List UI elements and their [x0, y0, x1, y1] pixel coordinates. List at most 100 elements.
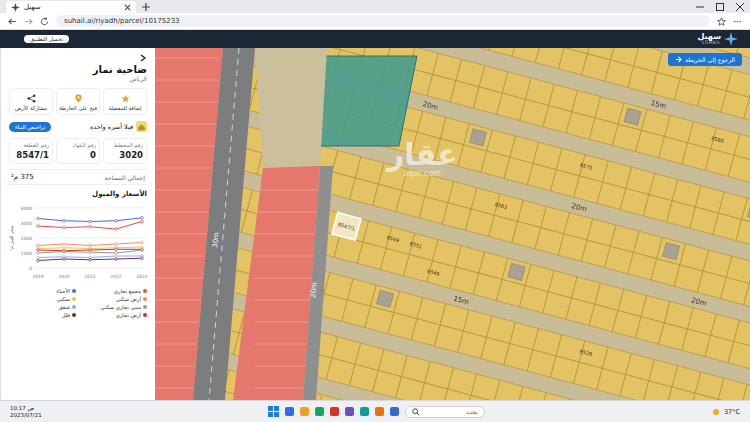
reload-icon[interactable] [40, 17, 49, 26]
series-point[interactable] [89, 244, 92, 247]
series-point[interactable] [63, 219, 66, 222]
app-icon[interactable] [375, 407, 384, 416]
series-point[interactable] [141, 241, 144, 244]
parcel[interactable] [728, 342, 750, 369]
parcel[interactable] [494, 380, 523, 400]
parcel[interactable] [419, 383, 448, 400]
parcel[interactable] [465, 395, 494, 400]
parcel[interactable] [517, 386, 546, 400]
parcel[interactable] [744, 97, 750, 124]
series-point[interactable] [115, 258, 118, 261]
parcel[interactable] [541, 393, 570, 400]
back-chevron-icon[interactable] [139, 54, 147, 62]
close-window-icon[interactable] [736, 3, 744, 11]
series-point[interactable] [89, 220, 92, 223]
app-icon[interactable] [360, 407, 369, 416]
series-point[interactable] [141, 257, 144, 260]
new-tab-icon[interactable] [142, 3, 150, 11]
minimize-icon[interactable] [696, 3, 704, 11]
legend-item[interactable]: أرض تجاري [80, 312, 147, 318]
parcel[interactable] [442, 389, 471, 400]
red-parcel-line [255, 300, 318, 301]
legend-label: مجمع تجاري [114, 288, 141, 294]
parcel[interactable] [316, 395, 345, 400]
series-point[interactable] [37, 249, 40, 252]
legend-item[interactable]: أرض سكني [80, 296, 147, 302]
parcel[interactable] [744, 284, 750, 311]
series-point[interactable] [115, 228, 118, 231]
app-icon[interactable] [285, 407, 294, 416]
parcel[interactable] [718, 378, 747, 400]
series-point[interactable] [63, 258, 66, 261]
start-icon[interactable] [268, 406, 279, 417]
series-point[interactable] [141, 248, 144, 251]
series-point[interactable] [63, 226, 66, 229]
legend-item[interactable]: سكني [9, 296, 76, 302]
series-point[interactable] [141, 249, 144, 252]
action-button[interactable]: مشاركة الأرض [9, 88, 53, 115]
series-point[interactable] [63, 243, 66, 246]
series-point[interactable] [63, 250, 66, 253]
app-icon[interactable] [345, 407, 354, 416]
building-permits-button[interactable]: تراخيص البناء [9, 122, 51, 132]
series-point[interactable] [115, 243, 118, 246]
app-icon[interactable] [300, 407, 309, 416]
series-point[interactable] [141, 220, 144, 223]
series-point[interactable] [141, 216, 144, 219]
series-point[interactable] [63, 249, 66, 252]
parcel[interactable] [643, 381, 672, 400]
series-point[interactable] [37, 259, 40, 262]
url-field[interactable]: suhail.ai/riyadh/parcel/10175233 [56, 15, 710, 27]
legend-item[interactable]: فلل [9, 312, 76, 318]
series-point[interactable] [115, 248, 118, 251]
series-point[interactable] [37, 256, 40, 259]
parcel[interactable] [742, 384, 750, 400]
app-icon[interactable] [330, 407, 339, 416]
parcel-map[interactable]: 8547/1854985518546856285758528859020m15m… [155, 48, 750, 400]
building [624, 108, 641, 125]
weather[interactable]: 37°C [711, 407, 740, 417]
download-app-button[interactable]: تحميل التطبيق [24, 35, 69, 43]
parcel[interactable] [728, 155, 750, 182]
series-point[interactable] [63, 246, 66, 249]
action-button[interactable]: إضافة للمفضلة [103, 88, 147, 115]
back-to-map-button[interactable]: الرجوع إلى الخريطة [668, 53, 742, 66]
back-icon[interactable] [8, 17, 17, 26]
series-point[interactable] [37, 217, 40, 220]
series-point[interactable] [115, 255, 118, 258]
clock[interactable]: 10:17 ص 2023/07/21 [10, 405, 42, 418]
legend-item[interactable]: مبنى تجاري سكني [80, 304, 147, 310]
parcel[interactable] [736, 219, 750, 246]
logo[interactable]: سهيل SUHAIL [697, 32, 738, 46]
parcel[interactable] [666, 387, 695, 400]
menu-dots-icon[interactable] [733, 17, 742, 26]
legend-item[interactable]: الأحياء [9, 288, 76, 294]
series-point[interactable] [37, 225, 40, 228]
legend-item[interactable]: شقق [9, 304, 76, 310]
forward-icon[interactable] [24, 17, 33, 26]
app-icon[interactable] [315, 407, 324, 416]
chart-legend: مجمع تجاري الأحياء أرض سكني سكني مبنى تج… [9, 288, 147, 318]
series-point[interactable] [115, 219, 118, 222]
browser-tab[interactable]: سهيل [6, 1, 136, 13]
series-point[interactable] [89, 258, 92, 261]
series-point[interactable] [115, 252, 118, 255]
parcel[interactable] [396, 377, 425, 400]
close-tab-icon[interactable] [124, 4, 131, 11]
selected-parcel[interactable] [332, 213, 361, 240]
parcel[interactable] [689, 393, 718, 400]
parcel[interactable] [564, 399, 593, 400]
taskbar-search[interactable]: بحث [405, 406, 485, 418]
series-point[interactable] [89, 249, 92, 252]
maximize-icon[interactable] [716, 3, 724, 11]
series-point[interactable] [37, 244, 40, 247]
series-point[interactable] [89, 225, 92, 228]
action-button[interactable]: فتح على الخارطة [56, 88, 100, 115]
parcel[interactable] [713, 399, 742, 400]
search-placeholder: بحث [466, 408, 477, 415]
series-point[interactable] [37, 252, 40, 255]
map[interactable]: 8547/1854985518546856285758528859020m15m… [155, 48, 750, 400]
legend-item[interactable]: مجمع تجاري [80, 288, 147, 294]
bookmark-star-icon[interactable] [717, 17, 726, 26]
app-icon[interactable] [390, 407, 399, 416]
